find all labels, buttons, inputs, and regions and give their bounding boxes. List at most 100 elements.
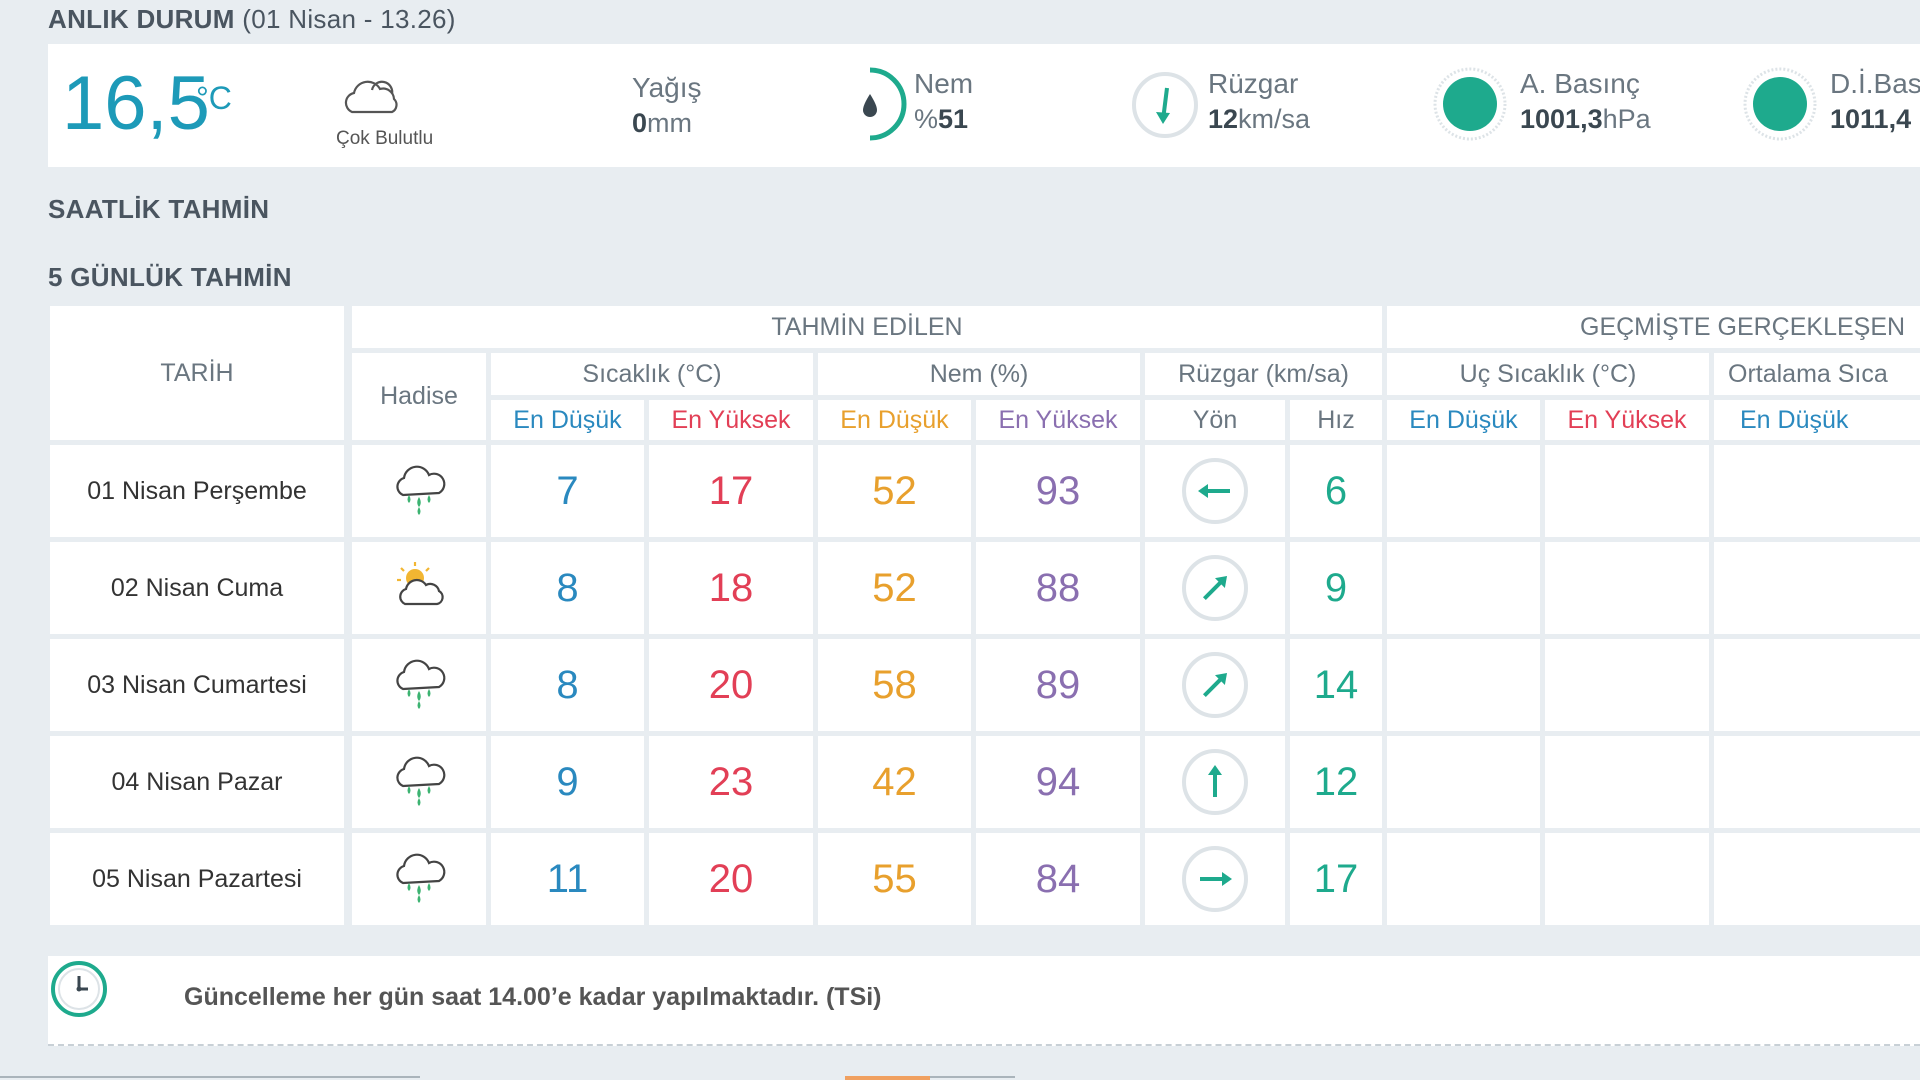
- observed-min-header: En Düşük: [1387, 400, 1540, 440]
- observed-empty-cell: [1714, 639, 1920, 731]
- weather-event-cell: [352, 736, 486, 828]
- forecast-date: 04 Nisan Pazar: [50, 736, 344, 828]
- temp-max-value: 20: [649, 639, 813, 731]
- humidity-max-value: 89: [976, 639, 1140, 731]
- observed-empty-cell: [1387, 833, 1540, 925]
- wind-speed-header: Hız: [1290, 400, 1382, 440]
- rain-cloud-icon: [396, 853, 446, 903]
- section-title-text: ANLIK DURUM: [48, 4, 235, 34]
- humidity-min-value: 42: [818, 736, 971, 828]
- hourly-forecast-title[interactable]: SAATLİK TAHMİN: [48, 194, 269, 225]
- pressure-value: 1001,3hPa: [1520, 104, 1651, 134]
- wind-direction-cell: [1145, 542, 1285, 634]
- temp-max-value: 17: [649, 445, 813, 537]
- humidity-max-value: 84: [976, 833, 1140, 925]
- humidity-min-value: 55: [818, 833, 971, 925]
- humidity-value: %51: [914, 104, 969, 134]
- pressure-label: A. Basınç: [1520, 68, 1640, 99]
- observed-empty-cell: [1387, 736, 1540, 828]
- clock-icon: [51, 961, 107, 1017]
- avg-temp-group-header: Ortalama Sıca: [1714, 353, 1920, 395]
- wind-arrow-icon: [1182, 555, 1248, 621]
- event-column-header: Hadise: [352, 353, 486, 440]
- current-temperature: 16,5: [62, 61, 210, 146]
- wind-speed-value: 6: [1290, 445, 1382, 537]
- observed-group-header: GEÇMİŞTE GERÇEKLEŞEN: [1387, 306, 1920, 348]
- observed-empty-cell: [1387, 639, 1540, 731]
- wind-speed-value: 9: [1290, 542, 1382, 634]
- avg-min-header: En Düşük: [1714, 400, 1920, 440]
- forecast-date: 02 Nisan Cuma: [50, 542, 344, 634]
- rain-cloud-icon: [396, 659, 446, 709]
- forecast-date: 01 Nisan Perşembe: [50, 445, 344, 537]
- rain-value: 0mm: [632, 108, 693, 138]
- observed-empty-cell: [1545, 736, 1709, 828]
- temp-min-value: 11: [491, 833, 644, 925]
- weather-event-cell: [352, 833, 486, 925]
- extreme-temp-group-header: Uç Sıcaklık (°C): [1387, 353, 1709, 395]
- temp-min-value: 7: [491, 445, 644, 537]
- bottom-tab[interactable]: [930, 1076, 1015, 1078]
- observed-empty-cell: [1545, 445, 1709, 537]
- sea-pressure-value: 1011,4: [1830, 104, 1912, 134]
- sea-pressure-gauge-icon: [1743, 67, 1817, 141]
- humidity-max-value: 88: [976, 542, 1140, 634]
- observed-empty-cell: [1545, 639, 1709, 731]
- wind-direction-icon: [1132, 72, 1198, 138]
- rain-cloud-icon: [396, 756, 446, 806]
- wind-direction-header: Yön: [1145, 400, 1285, 440]
- bottom-divider: [0, 1076, 420, 1078]
- humidity-min-value: 52: [818, 445, 971, 537]
- temp-max-value: 18: [649, 542, 813, 634]
- wind-direction-cell: [1145, 833, 1285, 925]
- partly-sunny-icon: [397, 562, 444, 606]
- wind-speed-value: 17: [1290, 833, 1382, 925]
- pressure-gauge-icon: [1433, 67, 1507, 141]
- wind-direction-cell: [1145, 736, 1285, 828]
- forecast-date: 05 Nisan Pazartesi: [50, 833, 344, 925]
- wind-group-header: Rüzgar (km/sa): [1145, 353, 1382, 395]
- temp-min-value: 8: [491, 639, 644, 731]
- humidity-min-header: En Düşük: [818, 400, 971, 440]
- temperature-unit: °C: [196, 80, 232, 116]
- current-conditions-bar: 16,5 °C Çok Bulutlu Yağış 0mm Nem %51 Rü…: [48, 44, 1920, 167]
- predicted-group-header: TAHMİN EDİLEN: [352, 306, 1382, 348]
- humidity-max-header: En Yüksek: [976, 400, 1140, 440]
- avg-min-header-label: En Düşük: [1740, 405, 1849, 434]
- wind-direction-cell: [1145, 639, 1285, 731]
- date-column-header: TARİH: [50, 306, 344, 440]
- observed-empty-cell: [1714, 736, 1920, 828]
- humidity-max-value: 93: [976, 445, 1140, 537]
- current-conditions-title: ANLIK DURUM (01 Nisan - 13.26): [48, 4, 456, 35]
- wind-label: Rüzgar: [1208, 68, 1299, 99]
- wind-arrow-icon: [1182, 846, 1248, 912]
- humidity-gauge-icon: [863, 67, 907, 141]
- current-timestamp: (01 Nisan - 13.26): [242, 4, 456, 34]
- observed-empty-cell: [1714, 542, 1920, 634]
- temp-max-value: 20: [649, 833, 813, 925]
- humidity-group-header: Nem (%): [818, 353, 1140, 395]
- temp-min-value: 9: [491, 736, 644, 828]
- rain-label: Yağış: [632, 72, 702, 103]
- observed-max-header: En Yüksek: [1545, 400, 1709, 440]
- rain-cloud-icon: [396, 465, 446, 515]
- temp-min-value: 8: [491, 542, 644, 634]
- wind-speed-value: 14: [1290, 639, 1382, 731]
- humidity-min-value: 52: [818, 542, 971, 634]
- update-note-bar: Güncelleme her gün saat 14.00’e kadar ya…: [48, 956, 1920, 1046]
- bottom-tab-active[interactable]: [845, 1076, 930, 1080]
- current-condition: Çok Bulutlu: [336, 128, 434, 149]
- five-day-forecast-table: TARİH TAHMİN EDİLEN GEÇMİŞTE GERÇEKLEŞEN…: [48, 300, 1920, 930]
- wind-arrow-icon: [1182, 652, 1248, 718]
- wind-arrow-icon: [1182, 749, 1248, 815]
- humidity-max-value: 94: [976, 736, 1140, 828]
- humidity-min-value: 58: [818, 639, 971, 731]
- observed-empty-cell: [1545, 542, 1709, 634]
- temperature-group-header: Sıcaklık (°C): [491, 353, 813, 395]
- cloudy-icon: [344, 80, 398, 114]
- temp-max-header: En Yüksek: [649, 400, 813, 440]
- humidity-label: Nem: [914, 68, 974, 99]
- observed-empty-cell: [1387, 445, 1540, 537]
- wind-direction-cell: [1145, 445, 1285, 537]
- observed-empty-cell: [1714, 833, 1920, 925]
